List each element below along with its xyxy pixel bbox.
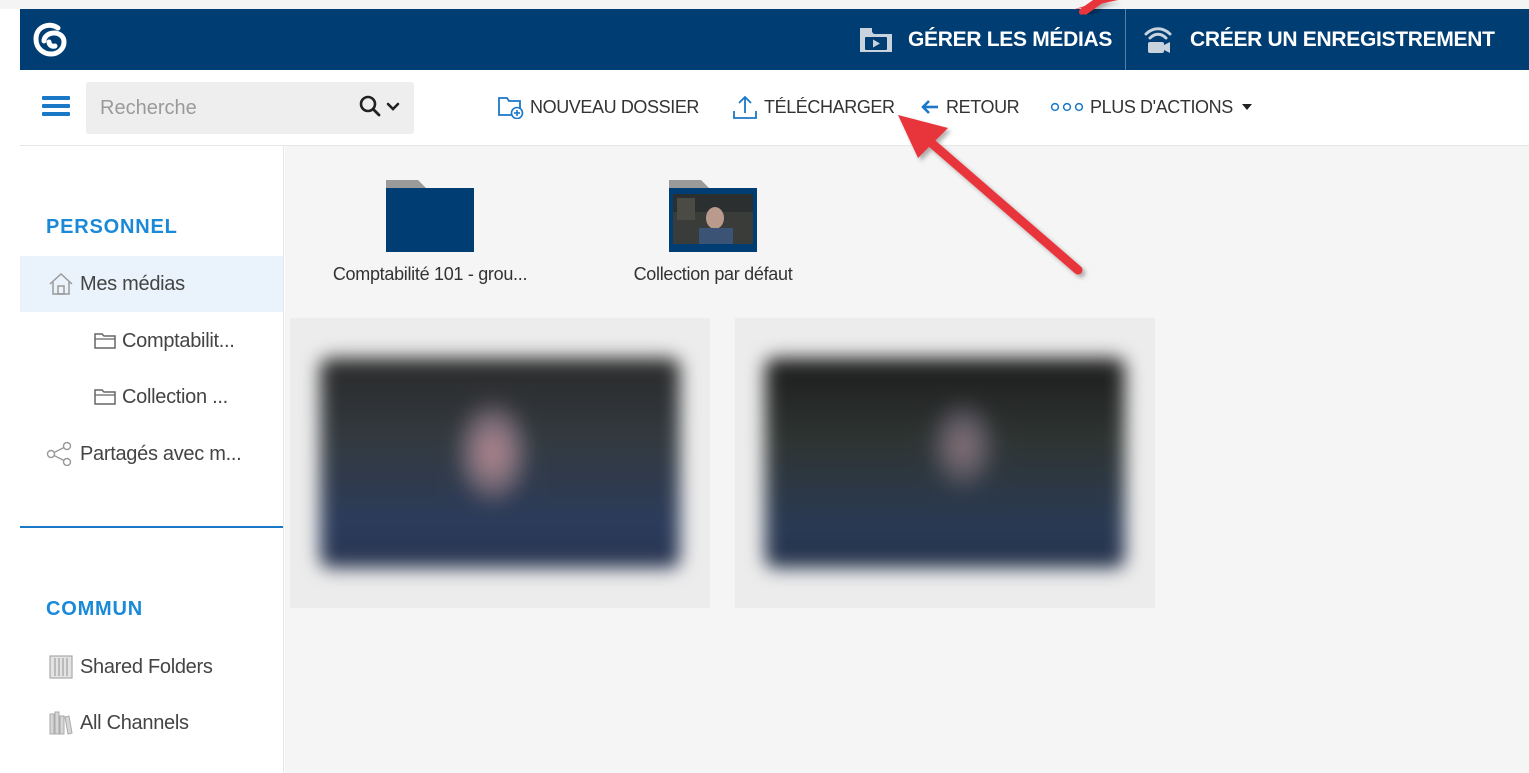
sidebar-item-label: All Channels [80,711,189,734]
blurred-video-preview [320,358,680,568]
toolbar: NOUVEAU DOSSIER TÉLÉCHARGER RETOUR [20,70,1529,146]
common-section-title: COMMUN [46,598,144,620]
library-icon [48,654,74,680]
more-actions-label: PLUS D'ACTIONS [1090,96,1233,117]
new-folder-icon [498,95,524,119]
search-input[interactable] [100,82,350,134]
personal-section-title: PERSONNEL [46,216,178,238]
back-button[interactable]: RETOUR [920,92,1020,122]
sidebar-item-all-channels[interactable]: All Channels [20,695,283,751]
recording-broadcast-icon [1140,22,1176,58]
top-strip [0,0,1529,9]
upload-icon [732,93,758,121]
create-recording-label: CRÉER UN ENREGISTREMENT [1190,27,1495,51]
more-dots-icon [1050,102,1084,112]
sidebar-item-label: Mes médias [80,272,185,295]
upload-button[interactable]: TÉLÉCHARGER [732,92,895,122]
blurred-video-preview [765,358,1125,568]
sidebar-item-label: Comptabilit... [122,329,235,352]
sidebar: PERSONNEL Mes médias Comptabilit... Coll… [20,146,284,773]
folder-outline-icon [94,388,116,406]
folder-icon [386,176,474,252]
folder-card[interactable]: Collection par défaut [583,176,843,285]
sidebar-divider [20,526,283,528]
top-header: GÉRER LES MÉDIAS CRÉER UN ENREGISTREMENT [20,9,1529,70]
upload-label: TÉLÉCHARGER [764,96,895,117]
sidebar-item-label: Shared Folders [80,655,213,678]
sidebar-item-shared-folders[interactable]: Shared Folders [20,639,283,695]
sidebar-item-my-media[interactable]: Mes médias [20,256,283,312]
chevron-down-icon [386,99,400,117]
folder-outline-icon [94,332,116,350]
video-thumbnail[interactable] [290,318,710,608]
new-folder-button[interactable]: NOUVEAU DOSSIER [498,92,699,122]
manage-media-label: GÉRER LES MÉDIAS [908,27,1113,51]
arrow-left-icon [920,99,940,115]
hamburger-menu-icon[interactable] [42,96,70,116]
app-window: GÉRER LES MÉDIAS CRÉER UN ENREGISTREMENT [0,0,1529,773]
media-content-area: Comptabilité 101 - grou... Collection pa… [285,146,1529,773]
folder-name: Collection par défaut [633,264,793,284]
sidebar-item-label: Partagés avec m... [80,442,242,465]
sidebar-item-label: Collection ... [122,385,228,408]
search-dropdown-button[interactable] [358,94,408,123]
sidebar-item-shared-with-me[interactable]: Partagés avec m... [20,426,283,482]
create-recording-button[interactable]: CRÉER UN ENREGISTREMENT [1140,9,1495,70]
sidebar-item-collection[interactable]: Collection ... [20,369,283,425]
sidebar-item-comptabilite[interactable]: Comptabilit... [20,313,283,369]
back-label: RETOUR [946,96,1020,117]
video-thumbnail[interactable] [735,318,1155,608]
caret-down-icon [1241,103,1253,111]
share-icon [46,442,74,466]
books-icon [48,710,74,736]
home-icon [48,272,74,296]
folder-with-thumbnail-icon [669,176,757,252]
app-logo-icon[interactable] [30,20,70,60]
header-divider [1125,9,1126,70]
folder-card[interactable]: Comptabilité 101 - grou... [300,176,560,285]
search-icon [358,94,382,123]
folder-name: Comptabilité 101 - grou... [332,264,528,284]
new-folder-label: NOUVEAU DOSSIER [530,96,700,117]
manage-media-button[interactable]: GÉRER LES MÉDIAS [858,9,1112,70]
more-actions-button[interactable]: PLUS D'ACTIONS [1050,92,1253,122]
media-folder-icon [858,25,894,55]
search-box [86,82,414,134]
